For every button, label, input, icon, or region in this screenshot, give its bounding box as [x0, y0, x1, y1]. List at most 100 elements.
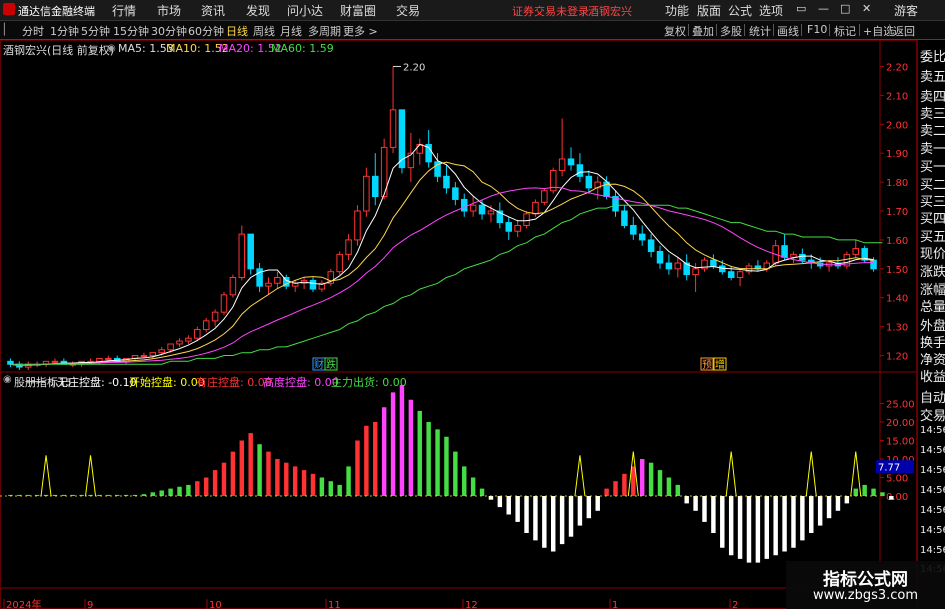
toolbar-divider [801, 24, 802, 36]
quote-panel-item[interactable]: 卖五 [920, 66, 945, 85]
price-tick-label: 1.20 [886, 352, 908, 363]
candle-up [149, 352, 157, 357]
quote-panel-item[interactable]: 卖二 [920, 120, 945, 139]
current-value-label: 7.77 [878, 462, 900, 473]
menu-caifuquan[interactable]: 财富圈 [340, 2, 376, 19]
quote-panel-item[interactable]: 自动 [920, 387, 945, 406]
period-monthly[interactable]: 月线 [280, 23, 302, 39]
quote-panel-item[interactable]: 14:56 [920, 425, 945, 436]
candle-up [363, 175, 370, 212]
candle-down [621, 210, 628, 226]
candle-up [389, 109, 397, 148]
window-minimize-icon[interactable]: — [818, 2, 829, 15]
menu-faxian[interactable]: 发现 [246, 2, 270, 19]
quote-panel-item[interactable]: 14:56 [920, 465, 945, 476]
price-tick-label: 1.80 [886, 178, 908, 189]
menu-banmian[interactable]: 版面 [697, 2, 721, 19]
candle-up [523, 213, 530, 226]
toolbar-divider [889, 24, 890, 36]
date-tick-label: 10 [209, 600, 222, 609]
period-multi[interactable]: 多周期 [308, 23, 341, 39]
candle-down [567, 158, 575, 166]
chart-grid [0, 40, 917, 609]
period-5min[interactable]: 5分钟 [81, 23, 110, 39]
indicator-field-gaodu: 高度控盘: 0.00 [263, 376, 339, 389]
menu-jiaoyi[interactable]: 交易 [396, 2, 420, 19]
btn-duogu[interactable]: 多股 [720, 23, 742, 39]
quote-panel-item[interactable]: 委比 [920, 46, 945, 65]
candle-down [585, 175, 593, 189]
candle-down [710, 259, 717, 267]
period-toggle-icon[interactable]: ▏ [4, 23, 12, 36]
period-fenshi[interactable]: 分时 [22, 23, 44, 39]
quote-panel-item[interactable]: 收益 [920, 366, 945, 385]
candle-down [247, 233, 254, 270]
price-tick-label: 1.40 [886, 294, 908, 305]
window-restore-icon[interactable]: ▭ [796, 2, 806, 15]
period-60min[interactable]: 60分钟 [188, 23, 224, 39]
settings-gear-icon[interactable]: ◉ [107, 43, 116, 54]
candle-down [452, 187, 459, 200]
candle-down [799, 253, 806, 261]
price-tick-label: 1.60 [886, 236, 908, 247]
indicator-gear-icon[interactable]: ◉ [3, 374, 12, 385]
period-weekly[interactable]: 周线 [253, 23, 275, 39]
btn-tongji[interactable]: 统计 [749, 23, 771, 39]
chart-markers: 2.201.15财跌预增 [25, 62, 727, 389]
indicator-field-kaishi: 开始控盘: 0.00 [129, 376, 205, 389]
window-close-icon[interactable]: ✕ [862, 2, 871, 15]
indicator-field-chuhuo: 主力出货: 0.00 [331, 376, 407, 389]
menu-gongneng[interactable]: 功能 [665, 2, 689, 19]
watermark-title: 指标公式网 [823, 570, 908, 590]
quote-panel-item[interactable]: 买一 [920, 156, 945, 175]
quote-panel-item[interactable]: 买四 [920, 208, 945, 227]
quote-panel-item[interactable]: 14:56 [920, 525, 945, 536]
quote-panel-item[interactable]: 14:56 [920, 445, 945, 456]
user-guest[interactable]: 游客 [894, 2, 918, 19]
trade-login-notice[interactable]: 证券交易未登录 [512, 3, 589, 19]
event-badge-label: 财 [314, 358, 324, 371]
candle-down [665, 262, 673, 270]
menu-zixun[interactable]: 资讯 [201, 2, 225, 19]
quote-panel-item[interactable]: 涨跌 [920, 261, 945, 280]
btn-fuquan[interactable]: 复权 [664, 23, 686, 39]
period-15min[interactable]: 15分钟 [113, 23, 149, 39]
window-maximize-icon[interactable]: □ [840, 2, 850, 15]
quote-panel-item[interactable]: 卖一 [920, 138, 945, 157]
btn-huaxian[interactable]: 画线 [777, 23, 799, 39]
menu-hangqing[interactable]: 行情 [112, 2, 136, 19]
menu-gongshi[interactable]: 公式 [728, 2, 752, 19]
period-1min[interactable]: 1分钟 [50, 23, 79, 39]
candle-up [274, 276, 281, 284]
btn-back[interactable]: 返回 [893, 23, 915, 39]
event-badge-label: 增 [715, 358, 725, 371]
toolbar-divider [716, 24, 717, 36]
quote-panel-item[interactable]: 总量 [920, 296, 945, 315]
menu-wenxiaoda[interactable]: 问小达 [287, 2, 323, 19]
ma10-line [10, 161, 874, 367]
candle-down [576, 164, 584, 177]
quote-panel-item[interactable]: 现价 [920, 243, 945, 262]
candle-down [870, 259, 877, 270]
high-label: 2.20 [403, 62, 425, 73]
quote-panel-item[interactable]: 交易 [920, 405, 945, 424]
period-30min[interactable]: 30分钟 [151, 23, 187, 39]
candle-down [309, 279, 317, 290]
kline-chart[interactable]: 2.20 2.10 2.00 1.90 1.80 1.70 1.60 1.50 1.40 1.30… [0, 40, 917, 609]
period-daily[interactable]: 日线 [226, 23, 248, 39]
quote-panel-item[interactable]: 14:56 [920, 545, 945, 556]
menu-xuanxiang[interactable]: 选项 [759, 2, 783, 19]
watermark: 指标公式网 www.zbgs3.com [786, 561, 945, 609]
btn-biaoji[interactable]: 标记 [834, 23, 856, 39]
menu-shichang[interactable]: 市场 [157, 2, 181, 19]
toolbar-divider [688, 24, 689, 36]
candle-up [105, 357, 112, 360]
period-more[interactable]: 更多 > [343, 23, 378, 39]
btn-f10[interactable]: F10 [807, 23, 827, 36]
quote-panel-item[interactable]: 14:56 [920, 485, 945, 496]
start-control-marker [85, 455, 97, 497]
indicator-tick-label: 15.00 [886, 437, 915, 448]
quote-panel-item[interactable]: 14:56 [920, 505, 945, 516]
btn-diejia[interactable]: 叠加 [692, 23, 714, 39]
candle-down [630, 224, 637, 235]
